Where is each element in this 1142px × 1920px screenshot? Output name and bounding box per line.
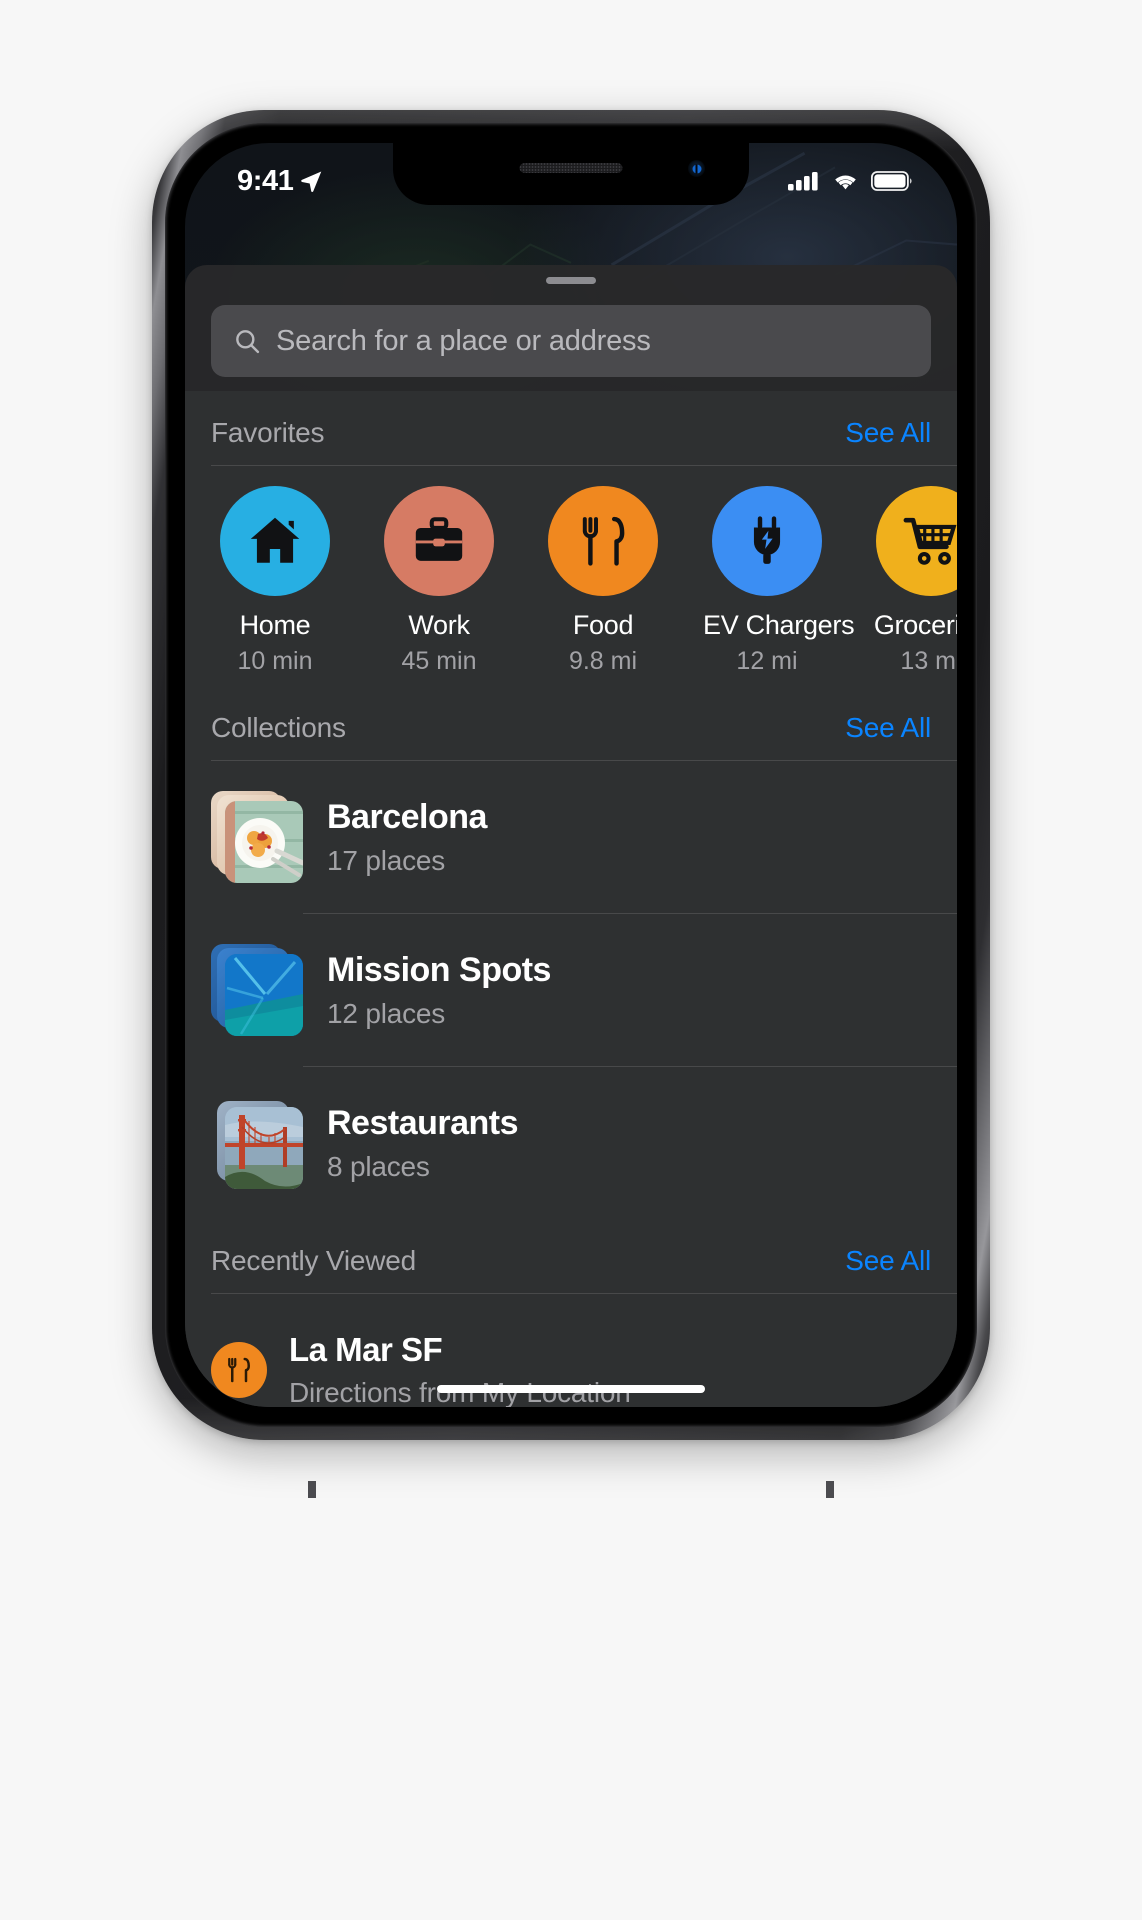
collections-header: Collections See All [185, 686, 957, 760]
favorite-icon-circle [548, 486, 658, 596]
collection-place-count: 17 places [327, 844, 446, 876]
status-bar-time: 9:41 [237, 164, 294, 197]
recent-icon-circle [211, 1342, 267, 1398]
house-icon [250, 517, 300, 563]
device-screen: 9:41 Search for a place or address Favor… [185, 143, 957, 1407]
favorite-icon-circle [220, 486, 330, 596]
collection-row-barcelona[interactable]: Barcelona 17 places [185, 761, 957, 913]
collection-text: Barcelona 17 places [327, 798, 931, 877]
battery-full-icon [871, 171, 912, 191]
golden-gate-bridge-photo [225, 1107, 303, 1189]
favorite-icon-circle [384, 486, 494, 596]
favorites-list[interactable]: Home 10 min Work 45 min Food 9.8 mi EV C… [185, 466, 957, 686]
home-indicator[interactable] [437, 1385, 705, 1393]
favorite-sublabel: 45 min [401, 647, 477, 675]
collection-place-count: 12 places [327, 997, 446, 1029]
collection-thumbnail [211, 1097, 303, 1189]
status-bar-right [788, 169, 913, 193]
location-arrow-icon [301, 171, 322, 192]
favorite-label: EV Chargers [703, 610, 855, 640]
collection-text: Restaurants 8 places [327, 1104, 931, 1183]
favorite-icon-circle [876, 486, 957, 596]
collection-name: Restaurants [327, 1103, 519, 1142]
sheet-content: Favorites See All Home 10 min Work 45 mi… [185, 391, 957, 1407]
search-placeholder: Search for a place or address [276, 324, 651, 357]
favorite-label: Work [408, 610, 470, 640]
shopping-cart-icon [903, 517, 957, 565]
antenna-line-bottom-right [826, 1481, 834, 1498]
favorite-item-food[interactable]: Food 9.8 mi [539, 486, 667, 676]
recently-viewed-see-all-button[interactable]: See All [845, 1245, 931, 1277]
status-bar-left: 9:41 [237, 164, 324, 197]
screenshot-stage: 9:41 Search for a place or address Favor… [0, 0, 1142, 1920]
collection-text: Mission Spots 12 places [327, 951, 931, 1030]
device-bezel: 9:41 Search for a place or address Favor… [165, 123, 977, 1427]
collections-see-all-button[interactable]: See All [845, 712, 931, 744]
search-icon [236, 329, 260, 353]
food-plate-photo [225, 801, 303, 883]
favorite-item-groceries[interactable]: Groceries 13 mi [867, 486, 957, 676]
cellular-bars-icon [788, 172, 818, 191]
favorite-sublabel: 12 mi [736, 647, 798, 675]
favorite-label: Home [239, 610, 311, 640]
favorite-item-home[interactable]: Home 10 min [211, 486, 339, 676]
favorite-label: Groceries [873, 610, 957, 640]
fork-knife-icon [582, 516, 625, 566]
favorite-sublabel: 9.8 mi [568, 647, 638, 675]
recent-name: La Mar SF [289, 1331, 443, 1368]
favorite-label: Food [572, 610, 634, 640]
blue-abstract-photo [225, 954, 303, 1036]
recently-viewed-header: Recently Viewed See All [185, 1219, 957, 1293]
collections-title: Collections [211, 712, 346, 743]
favorite-sublabel: 13 mi [900, 647, 957, 675]
fork-knife-icon [228, 1357, 250, 1383]
collection-row-restaurants[interactable]: Restaurants 8 places [185, 1067, 957, 1219]
collection-place-count: 8 places [327, 1150, 430, 1182]
iphone-device: 9:41 Search for a place or address Favor… [152, 110, 990, 1498]
recently-viewed-title: Recently Viewed [211, 1245, 417, 1276]
status-bar: 9:41 [185, 143, 957, 205]
recent-text: La Mar SF Directions from My Location [289, 1331, 931, 1407]
favorite-icon-circle [712, 486, 822, 596]
collection-row-mission-spots[interactable]: Mission Spots 12 places [185, 914, 957, 1066]
collection-name: Mission Spots [327, 950, 551, 989]
collection-thumbnail [211, 944, 303, 1036]
antenna-line-bottom-left [308, 1481, 316, 1498]
favorites-see-all-button[interactable]: See All [845, 417, 931, 449]
favorites-title: Favorites [211, 417, 325, 448]
ev-plug-icon [753, 516, 781, 564]
briefcase-icon [415, 517, 463, 561]
collection-name: Barcelona [327, 797, 487, 836]
favorite-item-ev-chargers[interactable]: EV Chargers 12 mi [703, 486, 855, 676]
collection-thumbnail [211, 791, 303, 883]
favorites-header: Favorites See All [185, 391, 957, 465]
wifi-icon [835, 175, 856, 190]
maps-bottom-sheet: Search for a place or address Favorites … [185, 265, 957, 1407]
search-field[interactable]: Search for a place or address [211, 305, 931, 377]
favorite-sublabel: 10 min [237, 647, 313, 675]
sheet-grabber-handle[interactable] [546, 277, 596, 284]
favorite-item-work[interactable]: Work 45 min [375, 486, 503, 676]
